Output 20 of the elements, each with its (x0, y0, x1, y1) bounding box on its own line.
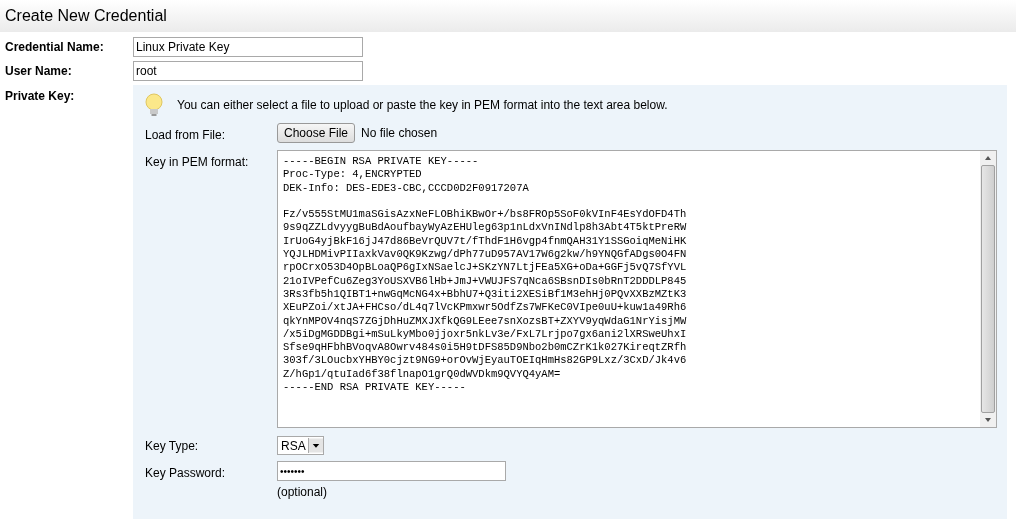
field-label: Credential Name: (5, 39, 105, 56)
hint-text: You can either select a file to upload or paste the key in PEM format into the text area below. (177, 97, 668, 114)
file-status: No file chosen (361, 125, 438, 142)
caret-icon (307, 438, 323, 453)
scrollbar[interactable] (980, 151, 996, 427)
key-type-select[interactable]: RSA (277, 436, 324, 455)
field-label: User Name: (5, 63, 73, 80)
user-name-field[interactable]: root (133, 61, 363, 81)
field-label: Key in PEM format: (145, 154, 250, 171)
lightbulb-icon (145, 93, 163, 117)
field-label: Key Password: (145, 465, 227, 482)
page-title: Create New Credential (5, 6, 167, 26)
key-password-field[interactable]: ••••••• (277, 461, 506, 481)
key-field[interactable]: -----BEGIN RSA PRIVATE KEY----- Proc-Type: 4,ENCRYPTED DEK-Info: DES-EDE3-CBC,CCCD0D2F0917207A Fz/v555StMU1maSGisAzxNeFLOBhiKBwOr+/bs8FROp5SoF0kVInF4EsYdOFD4Th 9s9qZZLdvyygBuBdAoufbayWyAzEHUleg63p1nLdxVnINdlp8h3Abt4T5ktPreRW IrUoG4yjBkF16jJ47d86BeVrQUV7t/fThdF1H6vgp4fnmQAH31Y1SSGoiqMeNiHK YQJLHDMivPIIaxkVav0QK9Kzwg/dPh77uD957AV17W6g2kw/h9YNQGfADgs0O4FN rpOCrxO53D4OpBLoaQP6gIxNSaelcJ+SKzYN7LtjFEa5XG+oDa+GGFj5vQ7SfYVL 21oIVPefCu6Zeg3YoUSXVB6lHb+JmJ+VWUJFS7qNca6SBsnDIs0bRnT2DDDLP845 3Rs3fb5h1QIBT1+nwGqMcNG4x+BbhU7+Q3iti2XESiBf1M3ehHj0PQvXXBzMZtK3 XEuPZoi/xtJA+FHCso/dL4q7lVcKPmxwr5OdfZs7WFKeC0VIpe0uU+kuw1a49Rh6 qkYnMPOV4nqS7ZGjDhHuZMXJXfkQG9LEee7snXozsBT+ZXYV9yqWdaG1NrYisjMW /x5iDgMGDDBgi+mSuLkyMbo0jjoxr5nkLv3e/FxL7Lrjpo7gx6ani2lXRSweUhxI Sfse9qHFbhBVoqvA8Owrv484s0i5H9tDFS85D9Nbo2b0mCZrK1k027KireqtZRfh 303f/3LOucbxYHBY0cjzt9NG9+orOvWjEyauTOEIqHmHs82GP9Lxz/3CxD/Jk4v6 Z/hGp1/qtuIad6f38flnapO1grQ0dWVDkm9QVYQ4yAM= -----END RSA PRIVATE KEY----- (277, 150, 997, 428)
field-label: Key Type: (145, 438, 200, 455)
choose-file-button[interactable]: Choose File (277, 123, 356, 143)
field-label: Load from File: (145, 127, 227, 144)
optional-note: (optional) (277, 484, 329, 501)
field-label: Private Key: (5, 88, 76, 105)
credential-name-field[interactable]: Linux Private Key (133, 37, 363, 57)
